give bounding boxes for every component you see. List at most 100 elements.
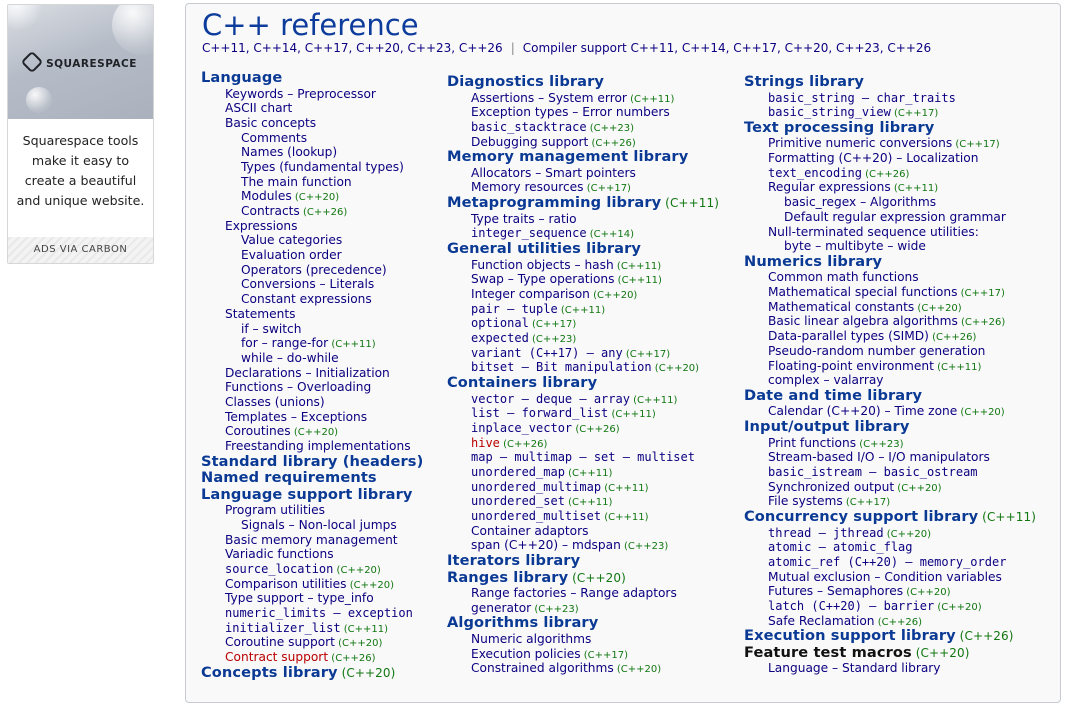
reference-link[interactable]: unordered_multimap (C++11) (447, 480, 719, 495)
link-text[interactable]: Contracts (241, 204, 300, 218)
link-text[interactable]: unordered_set (471, 494, 565, 508)
link-text[interactable]: Value categories (241, 233, 342, 247)
reference-link[interactable]: Signals – Non-local jumps (201, 518, 423, 533)
link-text[interactable]: Integer comparison (471, 287, 590, 301)
link-text[interactable]: Execution policies (471, 647, 581, 661)
link-text[interactable]: Calendar (C++20) – Time zone (768, 404, 957, 418)
reference-link[interactable]: Function objects – hash (C++11) (447, 258, 719, 273)
reference-link[interactable]: byte – multibyte – wide (744, 239, 1036, 254)
link-text[interactable]: while – do-while (241, 351, 339, 365)
reference-link[interactable]: Stream-based I/O – I/O manipulators (744, 450, 1036, 465)
link-text[interactable]: Basic concepts (225, 116, 316, 130)
reference-link[interactable]: ASCII chart (201, 101, 423, 116)
link-text[interactable]: The main function (241, 175, 352, 189)
link-text[interactable]: inplace_vector (471, 421, 572, 435)
link-text[interactable]: Comments (241, 131, 307, 145)
link-text[interactable]: Type support – type_info (225, 591, 374, 605)
link-text[interactable]: Floating-point environment (768, 359, 934, 373)
reference-link[interactable]: Value categories (201, 233, 423, 248)
reference-link[interactable]: variant (C++17) – any (C++17) (447, 346, 719, 361)
reference-link[interactable]: Pseudo-random number generation (744, 344, 1036, 359)
link-text[interactable]: unordered_multimap (471, 480, 601, 494)
link-text[interactable]: atomic_ref (C++20) – memory_order (768, 555, 1006, 569)
link-text[interactable]: Templates – Exceptions (225, 410, 367, 424)
section-heading-link[interactable]: Date and time library (744, 387, 1036, 405)
reference-link[interactable]: Swap – Type operations (C++11) (447, 272, 719, 287)
link-text[interactable]: Swap – Type operations (471, 272, 614, 286)
compiler-support-links[interactable]: Compiler support C++11, C++14, C++17, C+… (523, 41, 931, 55)
link-text[interactable]: Coroutines (225, 424, 291, 438)
link-text[interactable]: Null-terminated sequence utilities: (768, 225, 979, 239)
reference-link[interactable]: basic_regex – Algorithms (744, 195, 1036, 210)
reference-link[interactable]: unordered_multiset (C++11) (447, 509, 719, 524)
link-text[interactable]: Container adaptors (471, 524, 588, 538)
link-text[interactable]: Print functions (768, 436, 856, 450)
link-text[interactable]: Date and time library (744, 387, 922, 404)
link-text[interactable]: Operators (precedence) (241, 263, 387, 277)
link-text[interactable]: basic_string – char_traits (768, 91, 956, 105)
reference-link[interactable]: if – switch (201, 322, 423, 337)
link-text[interactable]: unordered_map (471, 465, 565, 479)
link-text[interactable]: basic_regex – Algorithms (784, 195, 936, 209)
reference-link[interactable]: Names (lookup) (201, 145, 423, 160)
link-text[interactable]: Algorithms library (447, 614, 598, 631)
reference-link[interactable]: Templates – Exceptions (201, 410, 423, 425)
reference-link[interactable]: Print functions (C++23) (744, 436, 1036, 451)
reference-link[interactable]: Primitive numeric conversions (C++17) (744, 136, 1036, 151)
link-text[interactable]: Formatting (C++20) – Localization (768, 151, 978, 165)
section-heading-link[interactable]: Concepts library (C++20) (201, 664, 423, 682)
link-text[interactable]: Variadic functions (225, 547, 334, 561)
link-text[interactable]: Default regular expression grammar (784, 210, 1006, 224)
link-text[interactable]: Metaprogramming library (447, 194, 661, 211)
reference-link[interactable]: Constant expressions (201, 292, 423, 307)
link-text[interactable]: initializer_list (225, 621, 341, 635)
section-heading-link[interactable]: Diagnostics library (447, 74, 719, 91)
link-text[interactable]: Strings library (744, 73, 864, 90)
reference-link[interactable]: generator (C++23) (447, 601, 719, 616)
reference-link[interactable]: optional (C++17) (447, 316, 719, 331)
link-text[interactable]: File systems (768, 494, 843, 508)
link-text[interactable]: hive (471, 436, 500, 450)
link-text[interactable]: Pseudo-random number generation (768, 344, 985, 358)
reference-link[interactable]: Basic concepts (201, 116, 423, 131)
section-heading-link[interactable]: Concurrency support library (C++11) (744, 509, 1036, 526)
reference-link[interactable]: bitset – Bit manipulation (C++20) (447, 360, 719, 375)
link-text[interactable]: Constrained algorithms (471, 661, 614, 675)
reference-link[interactable]: Futures – Semaphores (C++20) (744, 584, 1036, 599)
reference-link[interactable]: Floating-point environment (C++11) (744, 359, 1036, 374)
reference-link[interactable]: Calendar (C++20) – Time zone (C++20) (744, 404, 1036, 419)
link-text[interactable]: basic_string_view (768, 105, 891, 119)
reference-link[interactable]: Synchronized output (C++20) (744, 480, 1036, 495)
link-text[interactable]: Signals – Non-local jumps (241, 518, 397, 532)
reference-link[interactable]: Conversions – Literals (201, 277, 423, 292)
link-text[interactable]: Language (201, 69, 282, 86)
link-text[interactable]: Conversions – Literals (241, 277, 374, 291)
link-text[interactable]: list – forward_list (471, 406, 608, 420)
reference-link[interactable]: Mathematical special functions (C++17) (744, 285, 1036, 300)
link-text[interactable]: Primitive numeric conversions (768, 136, 952, 150)
link-text[interactable]: Comparison utilities (225, 577, 347, 591)
link-text[interactable]: Data-parallel types (SIMD) (768, 329, 929, 343)
ads-via-carbon-link[interactable]: ADS VIA CARBON (8, 237, 153, 263)
link-text[interactable]: for – range-for (241, 336, 328, 350)
link-text[interactable]: Declarations – Initialization (225, 366, 390, 380)
reference-link[interactable]: Statements (201, 307, 423, 322)
section-heading-link[interactable]: Algorithms library (447, 615, 719, 632)
link-text[interactable]: Memory resources (471, 180, 584, 194)
link-text[interactable]: atomic – atomic_flag (768, 540, 913, 554)
reference-link[interactable]: basic_string – char_traits (744, 91, 1036, 106)
link-text[interactable]: Keywords – Preprocessor (225, 87, 376, 101)
link-text[interactable]: Concurrency support library (744, 508, 978, 525)
link-text[interactable]: Exception types – Error numbers (471, 105, 670, 119)
link-text[interactable]: Constant expressions (241, 292, 372, 306)
reference-link[interactable]: numeric_limits – exception (201, 606, 423, 621)
reference-link[interactable]: Exception types – Error numbers (447, 105, 719, 120)
reference-link[interactable]: source_location (C++20) (201, 562, 423, 577)
section-heading-link[interactable]: General utilities library (447, 241, 719, 258)
link-text[interactable]: unordered_multiset (471, 509, 601, 523)
link-text[interactable]: Mathematical constants (768, 300, 914, 314)
reference-link[interactable]: Common math functions (744, 270, 1036, 285)
reference-link[interactable]: vector – deque – array (C++11) (447, 392, 719, 407)
reference-link[interactable]: basic_stacktrace (C++23) (447, 120, 719, 135)
reference-link[interactable]: Default regular expression grammar (744, 210, 1036, 225)
